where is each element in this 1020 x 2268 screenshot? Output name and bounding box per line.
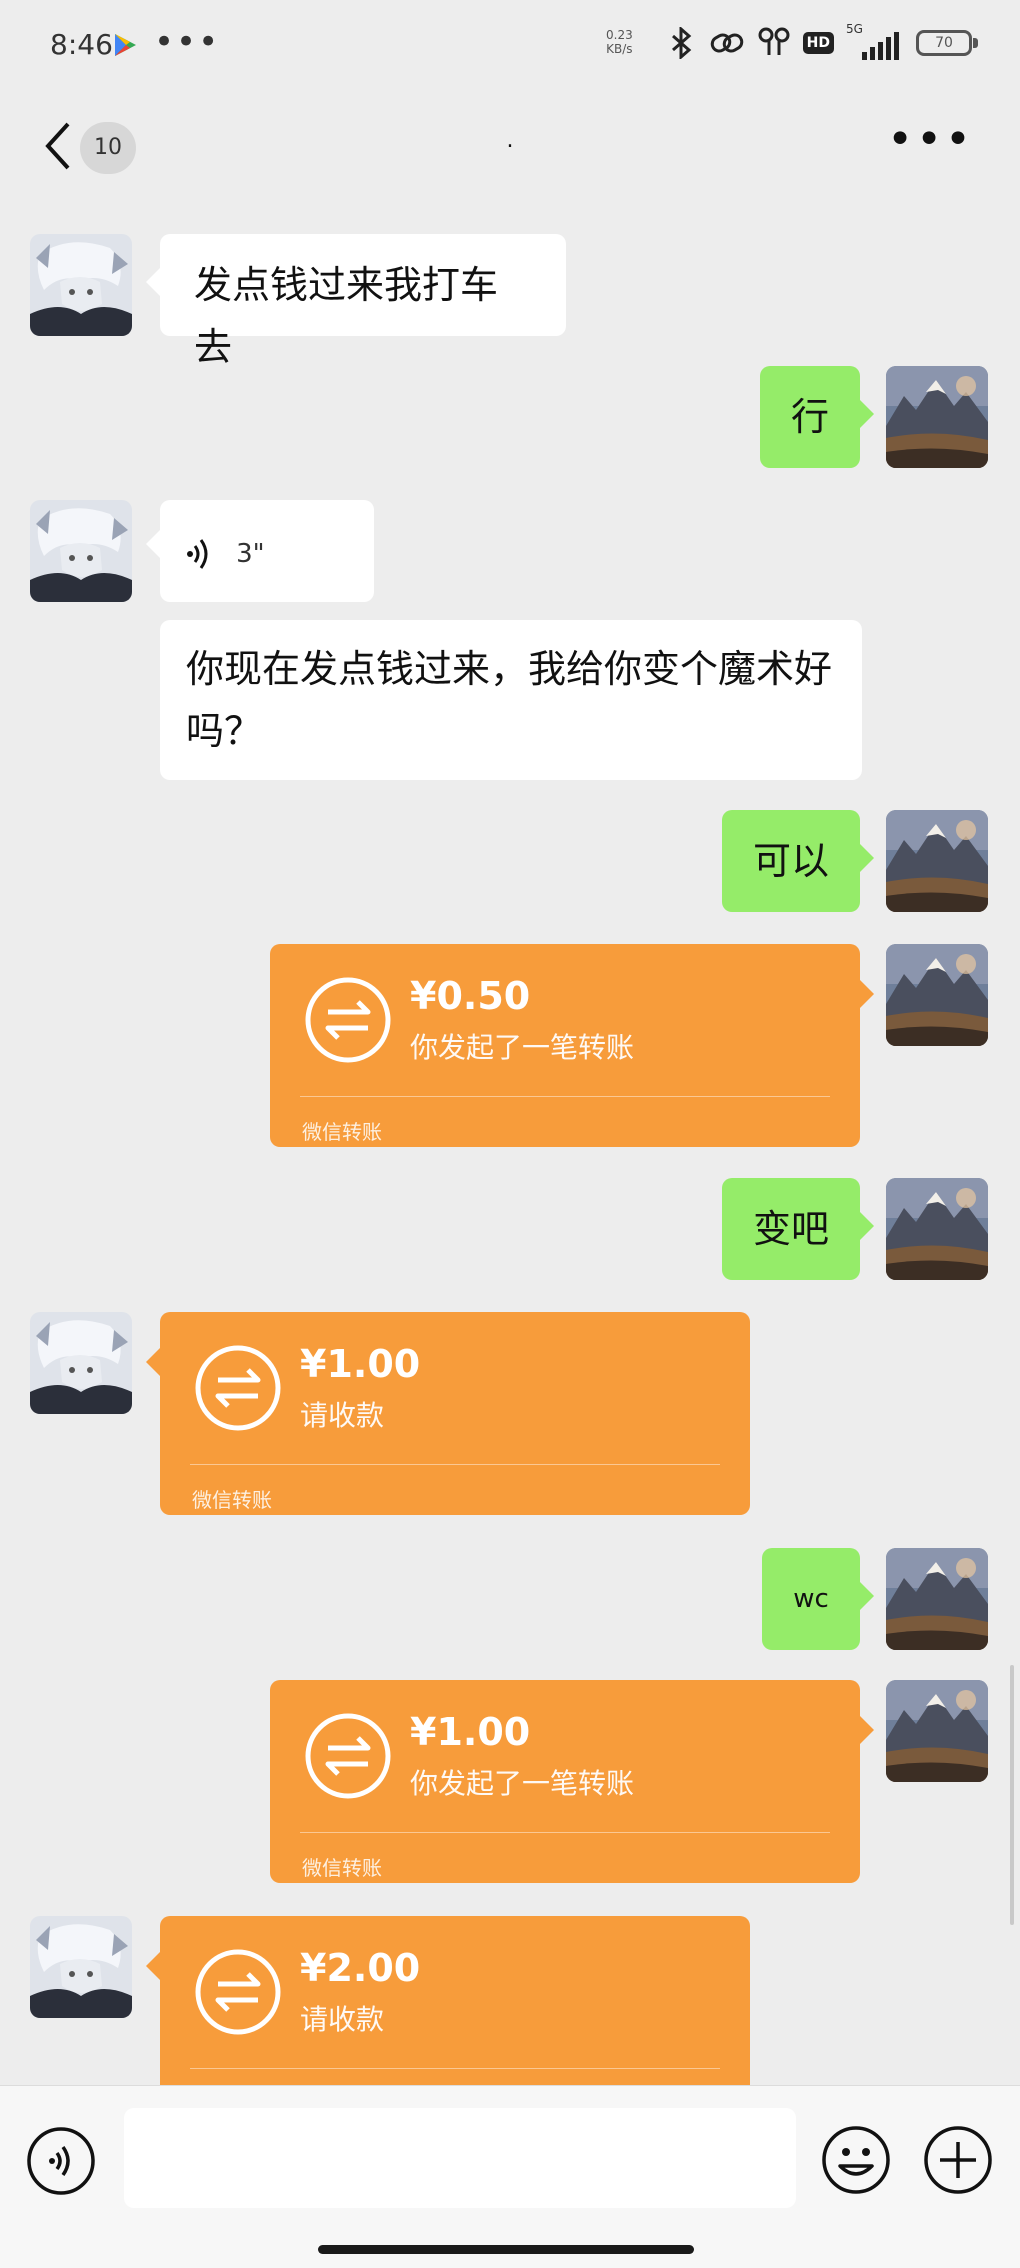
smiley-icon[interactable] xyxy=(820,2124,892,2196)
back-icon[interactable] xyxy=(38,118,78,174)
status-more-icon: ••• xyxy=(154,22,221,62)
scrollbar[interactable] xyxy=(1010,1665,1014,1925)
transfer-arrows-icon xyxy=(305,1713,391,1799)
bluetooth-icon xyxy=(671,27,691,59)
network-speed-unit: KB/s xyxy=(606,42,633,56)
my-avatar[interactable] xyxy=(886,1548,988,1650)
my-avatar[interactable] xyxy=(886,1680,988,1782)
more-options-icon[interactable]: ••• xyxy=(887,118,974,162)
battery-icon: 70 xyxy=(916,30,978,56)
status-icons: HD 5G 70 xyxy=(667,22,978,60)
transfer-arrows-icon xyxy=(195,1949,281,2035)
contact-avatar[interactable] xyxy=(30,1312,132,1414)
transfer-divider xyxy=(190,1464,720,1465)
input-bar xyxy=(0,2085,1020,2268)
transfer-footer: 微信转账 xyxy=(192,1488,272,1512)
unread-count-badge[interactable]: 10 xyxy=(80,122,136,174)
message-bubble-outgoing[interactable]: 变吧 xyxy=(722,1178,874,1280)
transfer-card-incoming[interactable]: ¥2.00 请收款 xyxy=(146,1916,750,2085)
transfer-description: 你发起了一笔转账 xyxy=(410,1767,635,1800)
message-bubble-incoming[interactable]: 你现在发点钱过来，我给你变个魔术好吗？ xyxy=(160,620,862,780)
contact-avatar[interactable] xyxy=(30,234,132,336)
voice-wave-icon xyxy=(187,538,208,569)
message-text: 你现在发点钱过来，我给你变个魔术好吗？ xyxy=(186,647,833,753)
transfer-amount: ¥0.50 xyxy=(410,974,531,1018)
status-time: 8:46 xyxy=(50,28,113,61)
link-icon xyxy=(710,33,743,53)
my-avatar[interactable] xyxy=(886,810,988,912)
hd-badge: HD xyxy=(802,32,834,54)
transfer-footer: 微信转账 xyxy=(302,1856,382,1880)
transfer-amount: ¥1.00 xyxy=(300,1342,421,1386)
transfer-arrows-icon xyxy=(305,977,391,1063)
plus-circle-icon[interactable] xyxy=(922,2124,994,2196)
play-store-icon xyxy=(115,34,136,56)
message-text: 发点钱过来我打车去 xyxy=(194,263,499,369)
transfer-footer: 微信转账 xyxy=(302,1120,382,1144)
message-text: 可以 xyxy=(752,839,829,883)
battery-level: 70 xyxy=(935,35,953,51)
message-bubble-outgoing[interactable]: 可以 xyxy=(722,810,874,912)
transfer-divider xyxy=(300,1832,830,1833)
transfer-description: 请收款 xyxy=(300,2003,385,2036)
voice-duration: 3" xyxy=(236,538,265,569)
signal-icon: 5G xyxy=(846,22,904,60)
status-bar: 8:46 ••• 0.23 KB/s HD 5G 70 xyxy=(0,0,1020,90)
transfer-amount: ¥2.00 xyxy=(300,1946,421,1990)
transfer-card-outgoing[interactable]: ¥1.00 你发起了一笔转账 微信转账 xyxy=(270,1680,874,1883)
message-input[interactable] xyxy=(124,2108,796,2208)
message-text: wc xyxy=(793,1584,829,1614)
chat-header: 10 . ••• xyxy=(0,100,1020,190)
earbuds-icon xyxy=(758,27,790,55)
transfer-divider xyxy=(190,2068,720,2069)
message-text: 行 xyxy=(790,395,829,439)
transfer-card-incoming[interactable]: ¥1.00 请收款 微信转账 xyxy=(146,1312,750,1515)
message-bubble-outgoing[interactable]: wc xyxy=(762,1548,874,1650)
signal-type: 5G xyxy=(846,22,863,36)
transfer-divider xyxy=(300,1096,830,1097)
transfer-arrows-icon xyxy=(195,1345,281,1431)
message-bubble-outgoing[interactable]: 行 xyxy=(760,366,874,468)
network-speed: 0.23 KB/s xyxy=(606,28,633,56)
message-list[interactable]: 发点钱过来我打车去 行 3" 你现在发点钱过来，我给你变个魔术好吗？ 可以 ¥0… xyxy=(0,200,1020,2085)
transfer-description: 请收款 xyxy=(300,1399,385,1432)
contact-avatar[interactable] xyxy=(30,1916,132,2018)
transfer-card-outgoing[interactable]: ¥0.50 你发起了一笔转账 微信转账 xyxy=(270,944,874,1147)
my-avatar[interactable] xyxy=(886,1178,988,1280)
contact-avatar[interactable] xyxy=(30,500,132,602)
transfer-amount: ¥1.00 xyxy=(410,1710,531,1754)
message-bubble-incoming[interactable]: 发点钱过来我打车去 xyxy=(146,234,566,369)
home-indicator[interactable] xyxy=(318,2245,694,2254)
my-avatar[interactable] xyxy=(886,366,988,468)
voice-message-bubble[interactable]: 3" xyxy=(146,500,374,602)
my-avatar[interactable] xyxy=(886,944,988,1046)
voice-input-icon[interactable] xyxy=(26,2126,96,2196)
message-text: 变吧 xyxy=(752,1207,829,1251)
transfer-description: 你发起了一笔转账 xyxy=(410,1031,635,1064)
chat-title: . xyxy=(506,128,514,153)
network-speed-value: 0.23 xyxy=(606,28,633,42)
